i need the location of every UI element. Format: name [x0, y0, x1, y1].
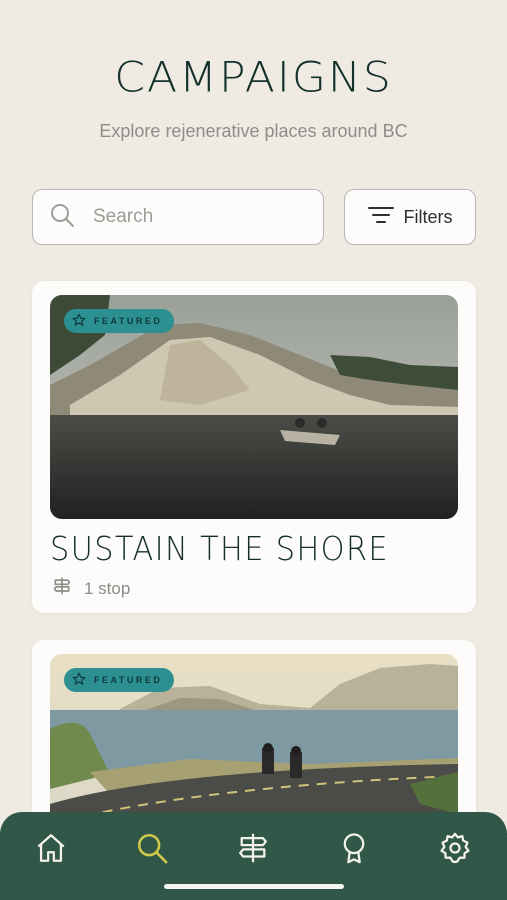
- page-header: CAMPAIGNS Explore rejenerative places ar…: [0, 52, 507, 144]
- tab-home[interactable]: [31, 830, 71, 870]
- home-indicator: [164, 884, 344, 889]
- featured-label: FEATURED: [94, 675, 163, 685]
- gear-icon: [438, 831, 472, 870]
- filters-button[interactable]: Filters: [344, 189, 476, 245]
- tab-explore[interactable]: [132, 830, 172, 870]
- search-icon: [135, 831, 169, 870]
- search-icon: [49, 202, 75, 233]
- star-icon: [72, 313, 94, 329]
- search-input[interactable]: [93, 206, 293, 228]
- signpost-icon: [52, 576, 84, 601]
- signpost-icon: [236, 831, 270, 870]
- featured-label: FEATURED: [94, 316, 163, 326]
- page-subtitle: Explore rejenerative places around BC: [99, 121, 408, 141]
- campaign-title: SUSTAIN THE SHORE: [50, 529, 389, 568]
- campaign-stops: 1 stop: [52, 576, 130, 601]
- home-icon: [34, 831, 68, 870]
- star-icon: [72, 672, 94, 688]
- tab-settings[interactable]: [435, 830, 475, 870]
- award-badge-icon: [337, 831, 371, 870]
- filters-label: Filters: [403, 206, 453, 227]
- campaign-photo-canoe: FEATURED: [50, 295, 458, 519]
- featured-badge: FEATURED: [64, 309, 175, 333]
- filter-lines-icon: [367, 206, 404, 229]
- page-title: CAMPAIGNS: [114, 53, 393, 102]
- tab-routes[interactable]: [233, 830, 273, 870]
- stops-count: 1 stop: [84, 578, 131, 598]
- tab-rewards[interactable]: [334, 830, 374, 870]
- featured-badge: FEATURED: [64, 668, 175, 692]
- campaign-card[interactable]: FEATURED SUSTAIN THE SHORE 1 stop: [32, 281, 476, 613]
- search-box[interactable]: [32, 189, 324, 245]
